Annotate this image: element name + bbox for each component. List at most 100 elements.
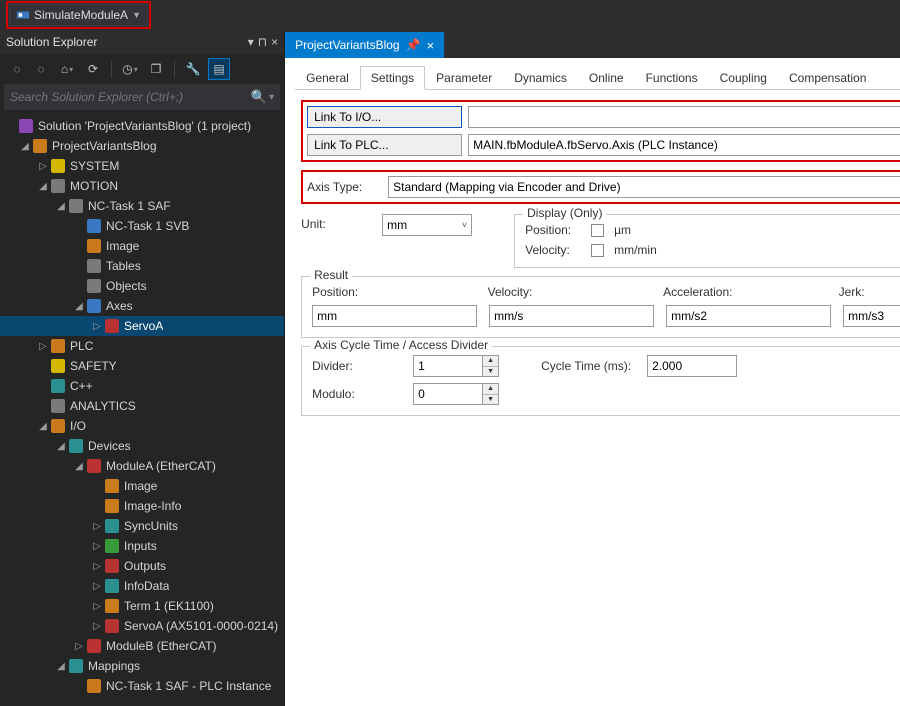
tree-servoA2[interactable]: ▷ServoA (AX5101-0000-0214): [0, 616, 284, 636]
solution-explorer-header: Solution Explorer ▾ ⊓ ×: [0, 30, 284, 54]
copy-button[interactable]: ❐: [145, 58, 167, 80]
unit-label: Unit:: [301, 214, 376, 231]
tree-servoA[interactable]: ▷ServoA: [0, 316, 284, 336]
result-acc-value[interactable]: [666, 305, 831, 327]
position-um-checkbox[interactable]: [591, 224, 604, 237]
tab-general[interactable]: General: [295, 66, 360, 90]
display-legend: Display (Only): [523, 206, 606, 220]
close-icon[interactable]: ×: [271, 35, 278, 49]
tab-functions[interactable]: Functions: [635, 66, 709, 90]
tree-modA-image[interactable]: Image: [0, 476, 284, 496]
home-button[interactable]: ⌂▾: [56, 58, 78, 80]
search-input[interactable]: [10, 90, 251, 104]
tab-settings[interactable]: Settings: [360, 66, 425, 90]
divider-input[interactable]: [413, 355, 483, 377]
link-io-button[interactable]: Link To I/O...: [307, 106, 462, 128]
link-plc-value[interactable]: [468, 134, 900, 156]
axis-type-select[interactable]: Standard (Mapping via Encoder and Drive)…: [388, 176, 900, 198]
tree-infodata[interactable]: ▷InfoData: [0, 576, 284, 596]
tree-devices[interactable]: ◢Devices: [0, 436, 284, 456]
property-tabs: General Settings Parameter Dynamics Onli…: [295, 64, 900, 90]
unit-value: mm: [387, 218, 407, 232]
tree-nc-saf[interactable]: ◢NC-Task 1 SAF: [0, 196, 284, 216]
tab-dynamics[interactable]: Dynamics: [503, 66, 578, 90]
chevron-down-icon: ▼: [132, 10, 141, 20]
solution-explorer-search[interactable]: 🔍▾: [4, 84, 280, 110]
search-icon[interactable]: 🔍: [251, 89, 267, 105]
tab-online[interactable]: Online: [578, 66, 635, 90]
spin-down-icon[interactable]: ▼: [483, 395, 498, 405]
solution-explorer-title: Solution Explorer: [6, 35, 97, 49]
divider-label: Divider:: [312, 359, 407, 373]
tree-modA-imageinfo[interactable]: Image-Info: [0, 496, 284, 516]
workspace: Solution Explorer ▾ ⊓ × ◌ ◌ ⌂▾ ⟳ ◷▾ ❐ 🔧 …: [0, 30, 900, 706]
tree-inputs[interactable]: ▷Inputs: [0, 536, 284, 556]
tree-plc[interactable]: ▷PLC: [0, 336, 284, 356]
link-plc-button[interactable]: Link To PLC...: [307, 134, 462, 156]
velocity-mmmin-checkbox[interactable]: [591, 244, 604, 257]
tree-cpp[interactable]: C++: [0, 376, 284, 396]
chevron-down-icon: ˅: [462, 220, 467, 230]
link-io-value[interactable]: [468, 106, 900, 128]
result-pos-value[interactable]: [312, 305, 477, 327]
top-toolbar: SimulateModuleA ▼: [0, 0, 900, 30]
result-vel-value[interactable]: [489, 305, 654, 327]
document-tab-label: ProjectVariantsBlog: [295, 38, 400, 52]
preview-button[interactable]: ▤: [208, 58, 230, 80]
cycletime-value[interactable]: [647, 355, 737, 377]
tree-project[interactable]: ◢ProjectVariantsBlog: [0, 136, 284, 156]
tree-image[interactable]: Image: [0, 236, 284, 256]
modct-spinner[interactable]: ▲▼: [413, 383, 499, 405]
chevron-down-icon[interactable]: ▾: [269, 92, 274, 103]
tree-motion[interactable]: ◢MOTION: [0, 176, 284, 196]
divider-spinner[interactable]: ▲▼: [413, 355, 499, 377]
tree-objects[interactable]: Objects: [0, 276, 284, 296]
sync-button[interactable]: ⟳: [82, 58, 104, 80]
tree-axes[interactable]: ◢Axes: [0, 296, 284, 316]
tab-coupling[interactable]: Coupling: [709, 66, 778, 90]
spin-up-icon[interactable]: ▲: [483, 384, 498, 395]
spin-down-icon[interactable]: ▼: [483, 367, 498, 377]
tab-compensation[interactable]: Compensation: [778, 66, 877, 90]
modct-input[interactable]: [413, 383, 483, 405]
document-tab[interactable]: ProjectVariantsBlog 📌 ×: [285, 32, 444, 58]
tree-term1[interactable]: ▷Term 1 (EK1100): [0, 596, 284, 616]
axis-type-value: Standard (Mapping via Encoder and Drive): [393, 180, 620, 194]
back-button[interactable]: ◌: [6, 58, 28, 80]
tree-syncunits[interactable]: ▷SyncUnits: [0, 516, 284, 536]
position-um-label: µm: [614, 223, 631, 237]
tree-outputs[interactable]: ▷Outputs: [0, 556, 284, 576]
properties-button[interactable]: 🔧: [182, 58, 204, 80]
autohide-icon[interactable]: ▾: [248, 35, 254, 49]
solution-tree[interactable]: Solution 'ProjectVariantsBlog' (1 projec…: [0, 114, 284, 706]
spin-up-icon[interactable]: ▲: [483, 356, 498, 367]
tree-nc-svb[interactable]: NC-Task 1 SVB: [0, 216, 284, 236]
result-pos-label: Position:: [312, 285, 358, 299]
tree-nc-map[interactable]: NC-Task 1 SAF - PLC Instance: [0, 676, 284, 696]
tree-moduleB[interactable]: ▷ModuleB (EtherCAT): [0, 636, 284, 656]
tree-safety[interactable]: SAFETY: [0, 356, 284, 376]
cycle-legend: Axis Cycle Time / Access Divider: [310, 338, 492, 352]
fwd-button[interactable]: ◌: [30, 58, 52, 80]
tree-io[interactable]: ◢I/O: [0, 416, 284, 436]
pin-icon[interactable]: ⊓: [258, 35, 267, 49]
configuration-combo[interactable]: SimulateModuleA ▼: [9, 4, 148, 26]
cycle-group: Axis Cycle Time / Access Divider Divider…: [301, 346, 900, 416]
tab-parameter[interactable]: Parameter: [425, 66, 503, 90]
unit-select[interactable]: mm ˅: [382, 214, 472, 236]
pin-icon[interactable]: 📌: [406, 38, 421, 52]
close-icon[interactable]: ×: [427, 38, 435, 53]
tree-system[interactable]: ▷SYSTEM: [0, 156, 284, 176]
display-velocity-label: Velocity:: [525, 243, 585, 257]
configuration-combo-label: SimulateModuleA: [34, 8, 128, 22]
document-content: General Settings Parameter Dynamics Onli…: [285, 58, 900, 706]
result-jerk-value[interactable]: [843, 305, 900, 327]
settings-form: Link To I/O... Link To PLC... Axis Type:…: [285, 90, 900, 426]
history-button[interactable]: ◷▾: [119, 58, 141, 80]
tree-solution[interactable]: Solution 'ProjectVariantsBlog' (1 projec…: [0, 116, 284, 136]
tree-tables[interactable]: Tables: [0, 256, 284, 276]
tree-mappings[interactable]: ◢Mappings: [0, 656, 284, 676]
tree-analytics[interactable]: ANALYTICS: [0, 396, 284, 416]
tree-moduleA[interactable]: ◢ModuleA (EtherCAT): [0, 456, 284, 476]
result-jerk-label: Jerk:: [839, 285, 865, 299]
